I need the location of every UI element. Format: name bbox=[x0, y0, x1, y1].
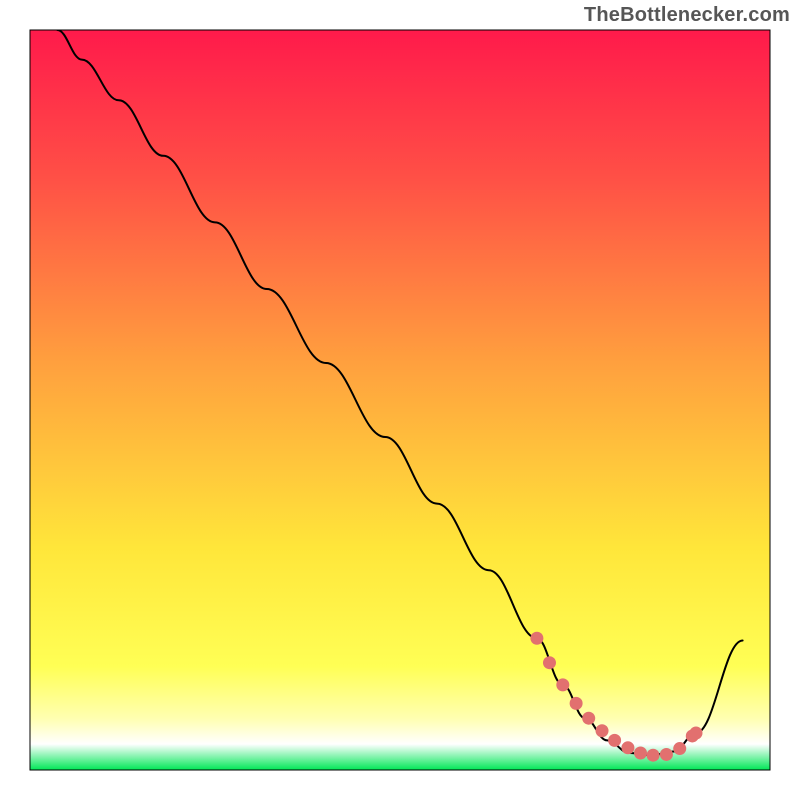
watermark-text: TheBottlenecker.com bbox=[584, 4, 790, 27]
optimal-dot bbox=[556, 678, 569, 691]
optimal-dot bbox=[660, 748, 673, 761]
optimal-dot bbox=[634, 746, 647, 759]
gradient-background bbox=[30, 30, 770, 770]
optimal-dot bbox=[570, 697, 583, 710]
optimal-dot bbox=[673, 742, 686, 755]
optimal-dot bbox=[596, 724, 609, 737]
optimal-dot bbox=[582, 712, 595, 725]
chart-stage: TheBottlenecker.com bbox=[0, 0, 800, 800]
optimal-dot bbox=[530, 632, 543, 645]
optimal-dot bbox=[608, 734, 621, 747]
optimal-dot bbox=[543, 656, 556, 669]
bottleneck-chart bbox=[0, 0, 800, 800]
optimal-dot bbox=[690, 727, 703, 740]
optimal-dot bbox=[647, 749, 660, 762]
optimal-dot bbox=[621, 741, 634, 754]
